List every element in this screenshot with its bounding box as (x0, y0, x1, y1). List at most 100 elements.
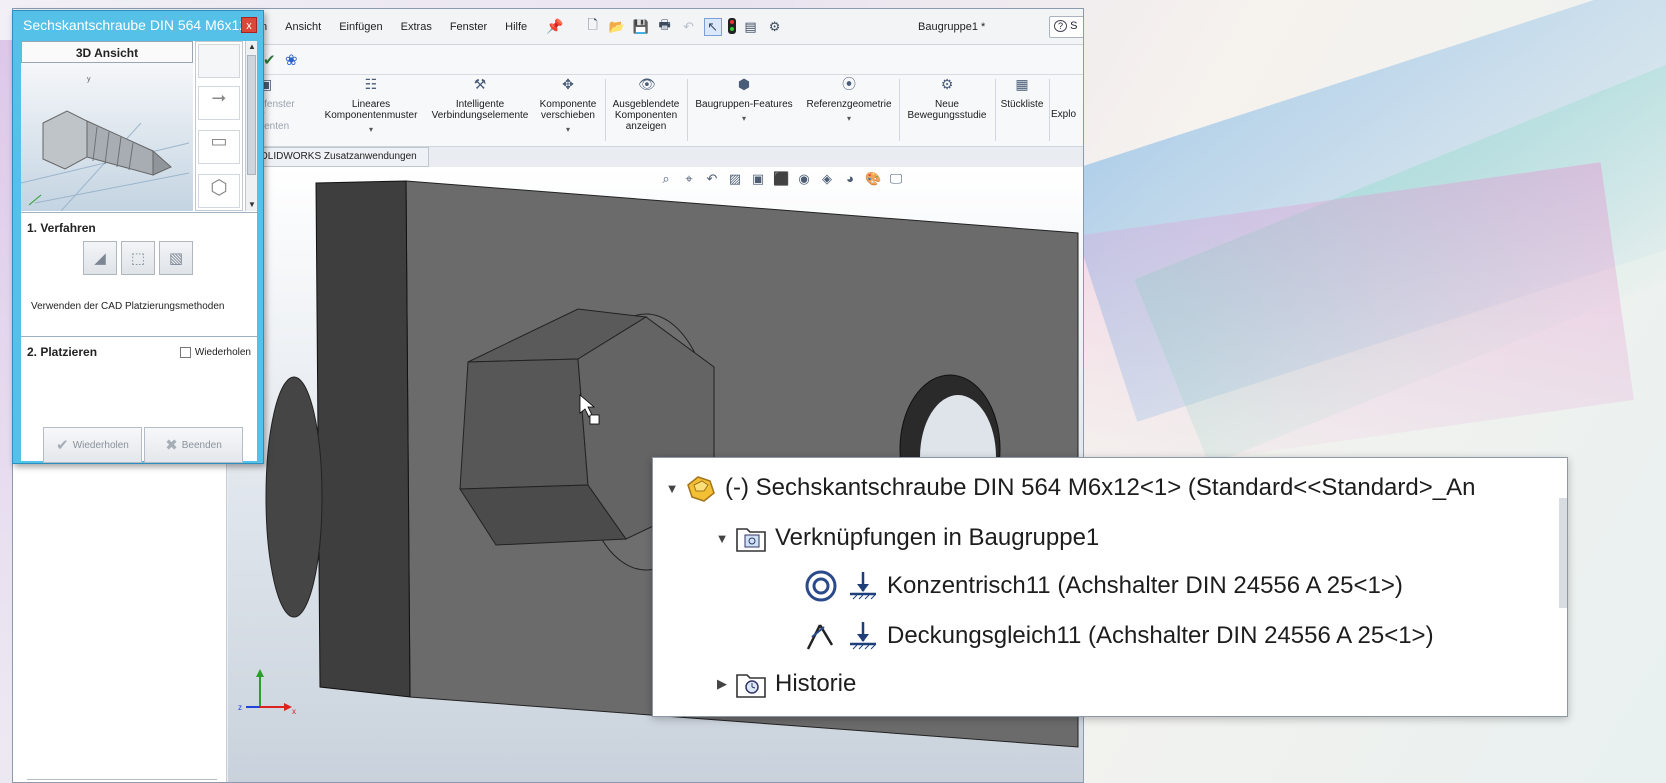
menu-item-extras[interactable]: Extras (392, 21, 441, 33)
bill-of-materials-icon: ▦ (1015, 76, 1029, 92)
bolt-preview-image: y (21, 76, 190, 211)
quick-access-toolbar: 🗋 📂 💾 🖶 ↶ ↖ ▤ ⚙ (584, 17, 784, 36)
options-gear-icon[interactable]: ⚙ (766, 18, 784, 36)
thumbnail-bolt-variant[interactable]: ⭢ (198, 86, 240, 120)
tab-solidworks-addins[interactable]: OLIDWORKS Zusatzanwendungen (253, 147, 429, 167)
x-cross-icon: ✖ (165, 437, 178, 454)
preview-header: 3D Ansicht (21, 41, 193, 63)
move-component-icon: ✥ (562, 76, 574, 92)
ribbon-separator (687, 79, 688, 141)
ribbon-button-reference-geometry[interactable]: ⦿ Referenzgeometrie ▾ (801, 76, 897, 124)
tree-item-label: (-) Sechskantschraube DIN 564 M6x12<1> (… (725, 474, 1476, 501)
help-text: S (1070, 20, 1078, 32)
ground-icon (845, 618, 881, 654)
print-icon[interactable]: 🖶 (656, 17, 674, 36)
thumbnail-bolt-drawing[interactable]: ▭ (198, 130, 240, 164)
ribbon-button-bom[interactable]: ▦ Stückliste (997, 76, 1047, 110)
chevron-down-icon[interactable]: ▾ (535, 124, 601, 135)
close-button[interactable]: x (241, 17, 257, 33)
fastener-property-dialog: Sechskantschraube DIN 564 M6x12 x 3D Ans… (12, 10, 264, 464)
ribbon-button-linear-pattern[interactable]: ☷ Lineares Komponentenmuster ▾ (318, 76, 424, 135)
menu-item-einfuegen[interactable]: Einfügen (330, 21, 391, 33)
tree-item-mate-coincident[interactable]: Deckungsgleich11 (Achshalter DIN 24556 A… (803, 618, 1434, 654)
preview-section: 3D Ansicht y ⭢ ▭ ⬡ ▲ ▼ (21, 41, 257, 213)
smart-dimension-icon[interactable]: ✔ (263, 51, 276, 69)
pane-tabs[interactable] (27, 779, 217, 782)
tree-item-label: Verknüpfungen in Baugruppe1 (775, 524, 1100, 551)
expanded-chevron-icon[interactable]: ▼ (661, 481, 683, 496)
scroll-thumb[interactable] (247, 55, 256, 175)
history-folder-icon (733, 666, 769, 702)
method-button-box[interactable]: ⬚ (121, 241, 155, 275)
checkmark-icon: ✔ (56, 437, 69, 454)
menu-item-fenster[interactable]: Fenster (441, 21, 496, 33)
thumbnail-scrollbar[interactable]: ▲ ▼ (245, 41, 257, 211)
ribbon-button-exploded-view[interactable]: Explo (1051, 109, 1083, 120)
ribbon-label: Intelligente Verbindungselemente (431, 99, 529, 121)
linear-pattern-icon: ☷ (364, 76, 378, 92)
chevron-down-icon[interactable]: ▾ (801, 113, 897, 124)
tree-item-history[interactable]: ▶ Historie (711, 666, 856, 702)
repeat-button[interactable]: ✔ Wiederholen (43, 427, 142, 463)
ground-icon (845, 568, 881, 604)
section-method: 1. Verfahren ◢ ⬚ ▧ Verwenden der CAD Pla… (21, 215, 257, 337)
tree-item-bolt-component[interactable]: ▼ (-) Sechskantschraube DIN 564 M6x12<1>… (661, 470, 1475, 506)
bolt-3d-preview[interactable]: y (21, 63, 193, 211)
expanded-chevron-icon[interactable]: ▼ (711, 531, 733, 546)
tree-item-label: Deckungsgleich11 (Achshalter DIN 24556 A… (887, 622, 1434, 649)
feature-tree-zoom-callout: ▼ (-) Sechskantschraube DIN 564 M6x12<1>… (652, 457, 1568, 717)
ribbon-separator (1049, 79, 1050, 141)
menu-item-hilfe[interactable]: Hilfe (496, 21, 536, 33)
save-icon[interactable]: 💾 (632, 18, 650, 36)
ribbon-button-smart-fasteners[interactable]: ⚒ Intelligente Verbindungselemente (427, 77, 533, 121)
scroll-up-icon[interactable]: ▲ (246, 41, 258, 53)
chevron-down-icon[interactable]: ▾ (318, 124, 424, 135)
scroll-down-icon[interactable]: ▼ (246, 199, 258, 211)
rebuild-traffic-light-icon[interactable] (727, 17, 736, 34)
select-cursor-icon[interactable]: ↖ (703, 17, 722, 36)
collapsed-chevron-icon[interactable]: ▶ (711, 676, 733, 692)
dialog-body: 3D Ansicht y ⭢ ▭ ⬡ ▲ ▼ 1. Verfahren ◢ ⬚ … (21, 41, 257, 463)
menu-item-ansicht[interactable]: Ansicht (276, 21, 330, 33)
finish-button[interactable]: ✖ Beenden (144, 427, 243, 463)
checkbox-box[interactable] (179, 347, 191, 358)
chevron-down-icon[interactable]: ▾ (689, 113, 799, 124)
concentric-mate-icon (803, 568, 839, 604)
svg-text:y: y (87, 76, 91, 83)
flyout-toolbar-icon[interactable]: ❀ (285, 51, 298, 69)
method-button-insert[interactable]: ◢ (83, 241, 117, 275)
mouse-cursor-badge (589, 414, 600, 425)
undo-icon[interactable]: ↶ (680, 18, 698, 36)
pin-icon[interactable]: 📌 (536, 18, 573, 35)
thumbnail-hex-drawing[interactable]: ⬡ (198, 174, 240, 208)
help-search-box[interactable]: ? S (1049, 16, 1083, 38)
dialog-actions: ✔ Wiederholen ✖ Beenden (43, 427, 243, 463)
thumbnail-bolt-variant[interactable] (198, 44, 240, 78)
coincident-mate-icon (803, 618, 839, 654)
folder-icon (733, 520, 769, 556)
reference-geometry-icon: ⦿ (842, 76, 856, 92)
block-side-face (315, 180, 411, 698)
ribbon-button-assembly-features[interactable]: ⬢ Baugruppen-Features ▾ (689, 77, 799, 124)
dialog-title: Sechskantschraube DIN 564 M6x12 (23, 17, 248, 33)
ribbon-button-show-hidden[interactable]: 👁 Ausgeblendete Komponenten anzeigen (607, 77, 685, 132)
repeat-checkbox-label: Wiederholen (194, 347, 251, 358)
insert-method-icon: ◢ (94, 250, 106, 267)
tree-item-mates-folder[interactable]: ▼ Verknüpfungen in Baugruppe1 (711, 520, 1099, 556)
ribbon-separator (995, 79, 996, 141)
repeat-checkbox[interactable]: Wiederholen (179, 347, 251, 358)
section-method-title: 1. Verfahren (27, 221, 96, 235)
file-properties-icon[interactable]: ▤ (742, 18, 760, 36)
ribbon-label: Ausgeblendete Komponenten anzeigen (612, 99, 680, 132)
ribbon-button-move-component[interactable]: ✥ Komponente verschieben ▾ (535, 76, 601, 135)
motion-study-icon: ⚙ (940, 76, 954, 92)
open-folder-icon[interactable]: 📂 (608, 18, 626, 36)
coordinate-triad: z x (238, 669, 296, 716)
tree-scrollbar[interactable] (1559, 498, 1567, 608)
ribbon-button-new-motion-study[interactable]: ⚙ Neue Bewegungsstudie (901, 76, 993, 121)
method-button-cube[interactable]: ▧ (159, 241, 193, 275)
new-document-icon[interactable]: 🗋 (584, 17, 602, 36)
tree-item-mate-concentric[interactable]: Konzentrisch11 (Achshalter DIN 24556 A 2… (803, 568, 1403, 604)
svg-text:x: x (292, 707, 296, 716)
document-title: Baugruppe1 * (918, 21, 986, 33)
